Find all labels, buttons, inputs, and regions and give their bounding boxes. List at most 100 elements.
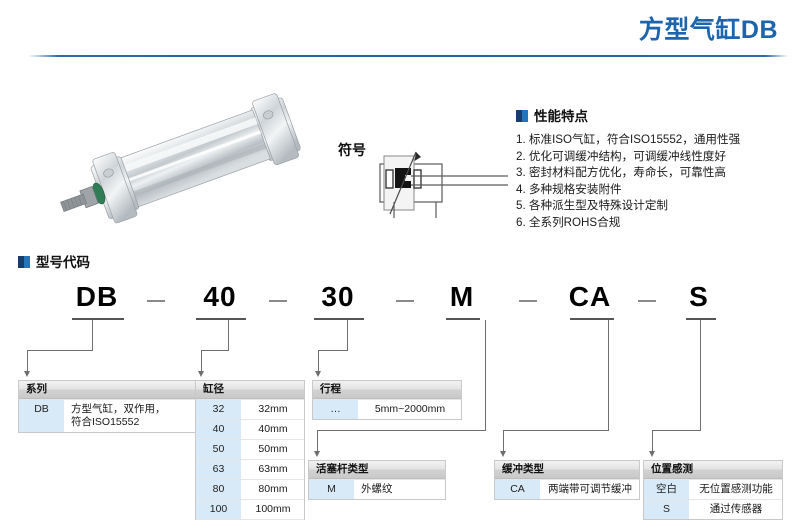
table-row: 50 50mm: [196, 439, 304, 459]
table-bore: 缸径 32 32mm 40 40mm 50 50mm 63 63mm 80 80…: [195, 380, 305, 520]
cell-desc: 50mm: [242, 440, 304, 459]
symbol-diagram: [370, 148, 515, 228]
table-row: … 5mm~2000mm: [313, 399, 461, 419]
feature-item: 6. 全系列ROHS合规: [516, 215, 621, 229]
cell-desc: 63mm: [242, 460, 304, 479]
code-separator: [147, 300, 165, 302]
leader-bore: [201, 350, 229, 351]
model-code-heading: 型号代码: [18, 251, 90, 271]
cell-desc: 5mm~2000mm: [359, 400, 461, 419]
code-underline-bore: [196, 318, 246, 320]
code-separator: [396, 300, 414, 302]
table-row: 40 40mm: [196, 419, 304, 439]
feature-item: 5. 各种派生型及特殊设计定制: [516, 199, 669, 213]
code-separator: [519, 300, 537, 302]
code-underline-stroke: [314, 318, 364, 320]
table-row: S 通过传感器: [644, 499, 782, 519]
cell-code: 空白: [644, 480, 690, 499]
cell-desc: 方型气缸，双作用， 符合ISO15552: [65, 400, 195, 432]
leader-arrow-cushion: [499, 451, 506, 457]
code-separator: [638, 300, 656, 302]
table-row: CA 两端带可调节缓冲: [495, 479, 639, 499]
title-divider: [28, 55, 788, 57]
code-segment-series: DB: [75, 281, 119, 312]
leader-cushion: [503, 430, 504, 452]
code-separator: [269, 300, 287, 302]
cell-desc: 无位置感测功能: [690, 480, 782, 499]
leader-arrow-bore: [197, 371, 204, 377]
leader-stroke: [318, 350, 319, 372]
table-row: 63 63mm: [196, 459, 304, 479]
leader-rod-type: [317, 430, 318, 452]
code-underline-rod-type: [446, 318, 480, 320]
code-segment-stroke: 30: [321, 281, 355, 312]
table-sensing: 位置感测 空白 无位置感测功能 S 通过传感器: [643, 460, 783, 520]
table-cushion: 缓冲类型 CA 两端带可调节缓冲: [494, 460, 640, 500]
code-segment-rod-type: M: [449, 281, 475, 312]
blue-square-bullet-icon: [516, 110, 528, 122]
code-underline-series: [72, 318, 124, 320]
datasheet-page: 方型气缸DB 符号 性能特点 1. 标准ISO气缸，符合ISO15552，通用性…: [0, 0, 800, 520]
cell-code: …: [313, 400, 359, 419]
feature-item: 4. 多种规格安装附件: [516, 182, 622, 196]
table-row: 80 80mm: [196, 479, 304, 499]
cell-code: 63: [196, 460, 242, 479]
leader-rod-type: [485, 320, 486, 430]
feature-item: 1. 标准ISO气缸，符合ISO15552，通用性强: [516, 133, 741, 146]
leader-bore: [201, 350, 202, 372]
cell-code: S: [644, 500, 690, 519]
cell-code: CA: [495, 480, 541, 499]
table-row: M 外螺纹: [309, 479, 445, 499]
leader-rod-type: [317, 430, 486, 431]
leader-cushion: [608, 320, 609, 430]
leader-arrow-stroke: [314, 371, 321, 377]
leader-series: [92, 320, 93, 350]
table-row: 32 32mm: [196, 399, 304, 419]
table-row: 空白 无位置感测功能: [644, 479, 782, 499]
leader-sensing: [652, 430, 653, 452]
table-rod-type: 活塞杆类型 M 外螺纹: [308, 460, 446, 500]
leader-stroke: [318, 350, 348, 351]
table-row: 100 100mm: [196, 499, 304, 519]
leader-cushion: [503, 430, 609, 431]
cell-desc: 40mm: [242, 420, 304, 439]
table-header-sensing: 位置感测: [644, 461, 782, 479]
feature-item: 3. 密封材料配方优化，寿命长，可靠性高: [516, 166, 726, 180]
cell-desc: 两端带可调节缓冲: [541, 480, 639, 499]
table-header-series: 系列: [19, 381, 195, 399]
table-header-rod-type: 活塞杆类型: [309, 461, 445, 479]
code-segment-cushion: CA: [568, 281, 612, 312]
code-segment-bore: 40: [203, 281, 237, 312]
features-section: 性能特点 1. 标准ISO气缸，符合ISO15552，通用性强 2. 优化可调缓…: [516, 105, 740, 232]
cell-code: 32: [196, 400, 242, 419]
cell-code: M: [309, 480, 355, 499]
code-segment-sensing: S: [689, 281, 709, 312]
table-header-bore: 缸径: [196, 381, 304, 399]
features-heading: 性能特点: [516, 105, 740, 125]
cell-desc: 100mm: [242, 500, 304, 519]
leader-bore: [228, 320, 229, 350]
leader-stroke: [347, 320, 348, 350]
page-title: 方型气缸DB: [638, 16, 778, 44]
leader-series: [27, 350, 93, 351]
product-photo: [46, 82, 336, 237]
table-row: DB 方型气缸，双作用， 符合ISO15552: [19, 399, 195, 432]
model-code-heading-text: 型号代码: [36, 255, 90, 270]
cell-desc: 32mm: [242, 400, 304, 419]
cell-desc: 80mm: [242, 480, 304, 499]
leader-series: [27, 350, 28, 372]
leader-sensing: [700, 320, 701, 430]
features-heading-text: 性能特点: [534, 109, 588, 124]
leader-sensing: [652, 430, 701, 431]
code-underline-sensing: [686, 318, 716, 320]
symbol-label: 符号: [338, 142, 366, 158]
table-header-stroke: 行程: [313, 381, 461, 399]
cell-code: 50: [196, 440, 242, 459]
cell-code: 80: [196, 480, 242, 499]
leader-arrow-rod-type: [313, 451, 320, 457]
feature-item: 2. 优化可调缓冲结构，可调缓冲线性度好: [516, 149, 726, 163]
table-series: 系列 DB 方型气缸，双作用， 符合ISO15552: [18, 380, 196, 433]
cell-code: 40: [196, 420, 242, 439]
cell-desc: 通过传感器: [690, 500, 782, 519]
table-header-cushion: 缓冲类型: [495, 461, 639, 479]
